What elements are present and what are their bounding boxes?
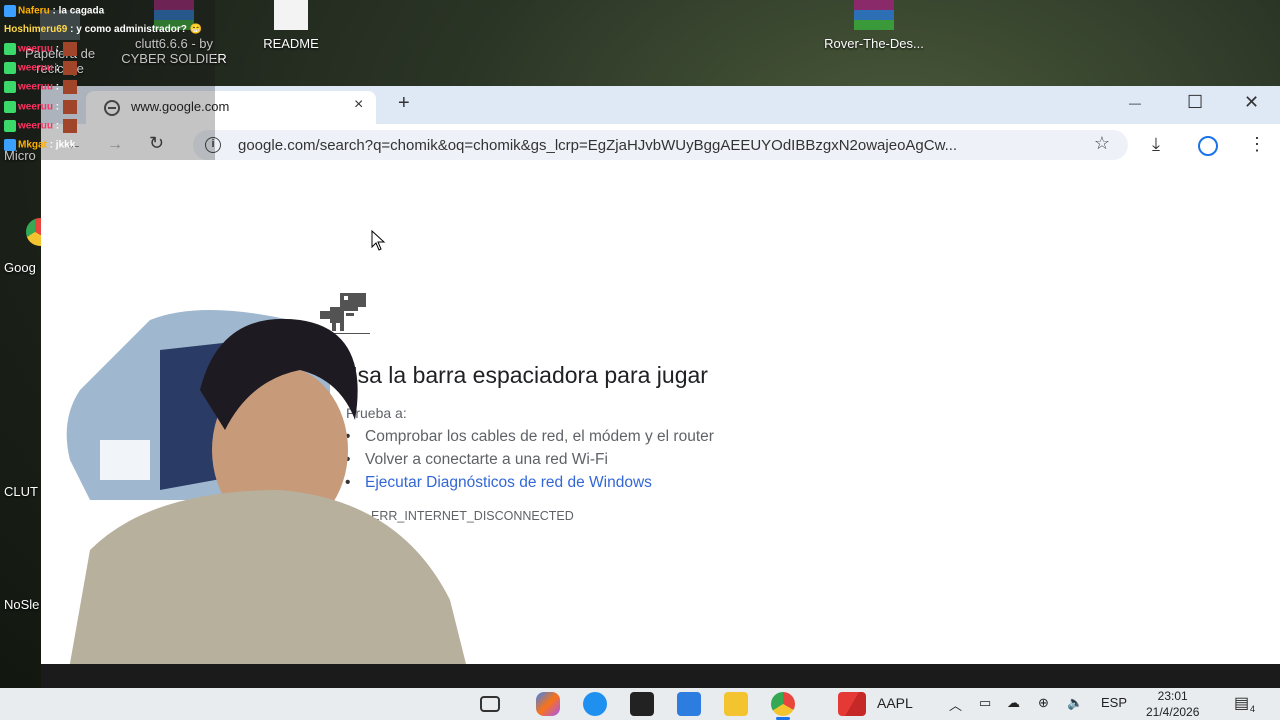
webcam-overlay	[0, 300, 480, 720]
onedrive-icon[interactable]: ☁	[1007, 695, 1020, 711]
emote-icon	[63, 61, 78, 75]
emote-icon	[63, 80, 78, 94]
language-indicator[interactable]: ESP	[1101, 695, 1127, 710]
chat-message: weeruu :	[4, 100, 78, 114]
toolbar: ← → ↻ i google.com/search?q=chomik&oq=ch…	[41, 124, 1280, 168]
close-button[interactable]: ✕	[1244, 92, 1259, 113]
task-view-icon[interactable]	[480, 696, 500, 712]
desktop-icon-google[interactable]: Goog	[4, 260, 36, 275]
chat-message: weeruu :	[4, 119, 78, 133]
chat-message: Naferu : la cagada	[4, 5, 104, 17]
minimize-button[interactable]: —	[1129, 96, 1141, 110]
clock[interactable]: 23:01 21/4/2026	[1146, 688, 1199, 720]
network-icon[interactable]: ⊕	[1038, 695, 1049, 711]
store-icon[interactable]	[630, 692, 654, 716]
badge-icon	[4, 120, 16, 132]
stream-chat: Naferu : la cagada Hoshimeru69 : y como …	[0, 0, 215, 160]
download-icon[interactable]: ⤓	[1152, 134, 1160, 155]
emote-icon	[63, 100, 78, 114]
badge-icon	[4, 139, 16, 151]
chat-message: weeruu :	[4, 42, 78, 56]
chat-message: weeruu :	[4, 61, 78, 75]
desktop-icon-label: README	[263, 36, 319, 51]
menu-icon[interactable]: ⋮	[1248, 134, 1266, 155]
bookmark-star-icon[interactable]: ☆	[1094, 133, 1110, 154]
desktop-icon-rover[interactable]: Rover-The-Des...	[812, 0, 936, 51]
url-text: google.com/search?q=chomik&oq=chomik&gs_…	[238, 137, 958, 154]
maximize-button[interactable]: ☐	[1187, 92, 1203, 113]
tab-bar: www.google.com × + — ☐ ✕	[41, 86, 1280, 124]
emote-icon	[63, 119, 78, 133]
archive-icon	[854, 0, 894, 30]
volume-icon[interactable]: 🔈	[1067, 695, 1083, 711]
chat-message: Hoshimeru69 : y como administrador? 😁	[4, 24, 203, 35]
clock-date: 21/4/2026	[1146, 705, 1200, 719]
badge-icon	[4, 62, 16, 74]
desktop-icon-label: Rover-The-Des...	[824, 36, 924, 51]
clock-time: 23:01	[1157, 689, 1188, 703]
taskbar: AAPL ︿ ▭ ☁ ⊕ 🔈 ESP 23:01 21/4/2026 ▤ 4	[0, 688, 1280, 720]
desktop-icon-readme[interactable]: README	[250, 0, 332, 51]
address-bar[interactable]: i google.com/search?q=chomik&oq=chomik&g…	[193, 130, 1128, 160]
emote-icon	[63, 42, 78, 56]
edge-icon[interactable]	[583, 692, 607, 716]
new-tab-button[interactable]: +	[398, 92, 410, 115]
chat-message: Mkgat : jkkk	[4, 139, 75, 151]
text-file-icon	[274, 0, 308, 30]
badge-icon	[4, 101, 16, 113]
badge-icon	[4, 43, 16, 55]
folder-icon[interactable]	[724, 692, 748, 716]
meet-icon[interactable]: ▭	[979, 695, 991, 711]
chat-message: weeruu :	[4, 80, 78, 94]
tab-close-button[interactable]: ×	[354, 96, 363, 114]
stock-ticker[interactable]: AAPL	[877, 695, 913, 711]
notification-icon[interactable]: ▤	[1234, 693, 1249, 713]
badge-icon	[4, 81, 16, 93]
chevron-up-icon[interactable]: ︿	[949, 695, 962, 714]
mail-icon[interactable]	[677, 692, 701, 716]
profile-icon[interactable]	[1198, 136, 1218, 156]
notification-count: 4	[1250, 704, 1256, 714]
badge-icon	[4, 5, 16, 17]
chrome-icon[interactable]	[771, 692, 795, 716]
stream-bar	[41, 664, 1280, 688]
mouse-cursor-icon	[371, 229, 387, 257]
stock-widget-icon[interactable]	[838, 692, 866, 716]
copilot-icon[interactable]	[536, 692, 560, 716]
